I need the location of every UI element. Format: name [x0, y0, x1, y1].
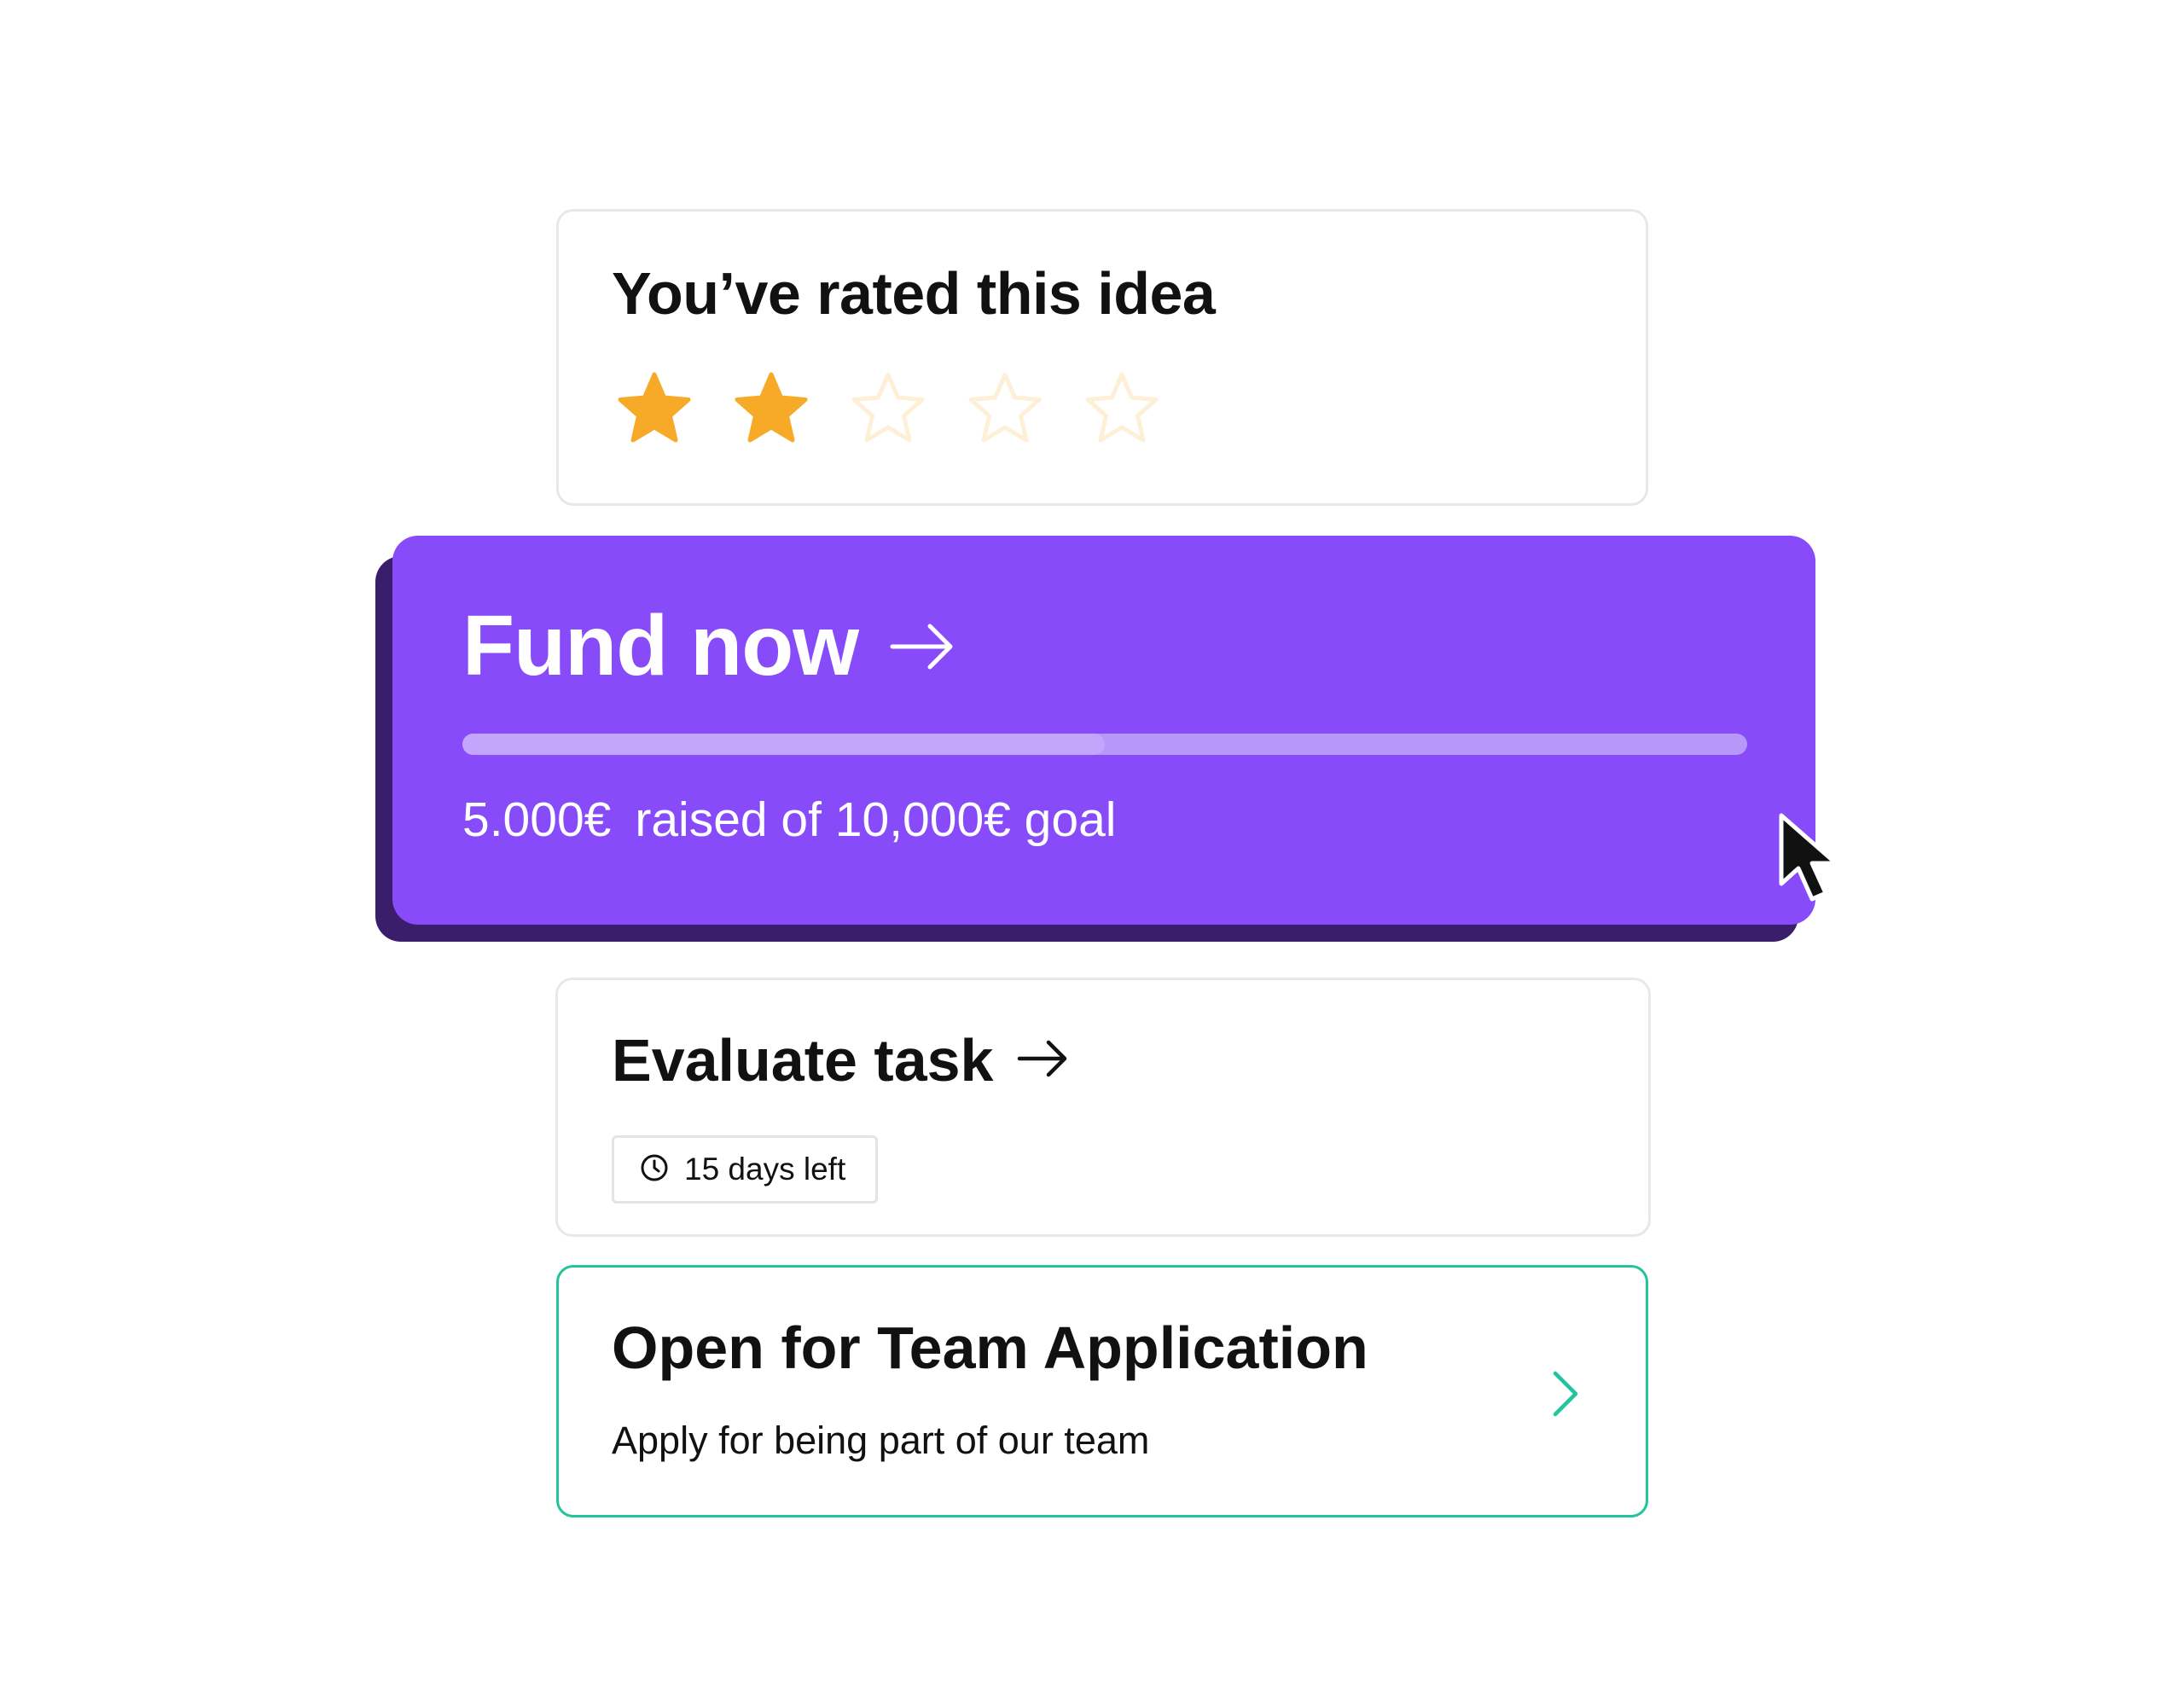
days-left-text: 15 days left [684, 1152, 846, 1187]
chevron-right-icon[interactable] [1548, 1368, 1583, 1424]
arrow-right-icon [1017, 1038, 1070, 1083]
funding-status: 5.000€ raised of 10,000€ goal [462, 792, 1116, 848]
funding-progress-bar [462, 734, 1747, 755]
star-rating[interactable] [615, 369, 1161, 448]
team-application-title: Open for Team Application [612, 1314, 1368, 1381]
raised-amount: 5.000€ [462, 792, 612, 847]
evaluate-task-card[interactable]: Evaluate task 15 days left [555, 978, 1651, 1237]
fund-now-button[interactable]: Fund now 5.000€ raised of 10,000€ goal [392, 536, 1815, 925]
funding-progress-fill [462, 734, 1105, 755]
team-application-subtitle: Apply for being part of our team [612, 1419, 1150, 1462]
days-left-badge: 15 days left [612, 1135, 878, 1204]
star-icon-4[interactable] [966, 369, 1044, 448]
fund-now-label: Fund now [462, 598, 859, 693]
rating-card: You’ve rated this idea [556, 209, 1648, 506]
team-application-card[interactable]: Open for Team Application Apply for bein… [556, 1265, 1648, 1517]
raised-goal-text: raised of 10,000€ goal [635, 792, 1117, 847]
star-icon-3[interactable] [849, 369, 927, 448]
star-icon-2[interactable] [732, 369, 810, 448]
mouse-pointer-icon [1779, 813, 1838, 902]
fund-title-row[interactable]: Fund now [462, 597, 957, 695]
star-icon-5[interactable] [1083, 369, 1161, 448]
arrow-right-icon [889, 621, 957, 672]
star-icon-1[interactable] [615, 369, 694, 448]
evaluate-title-row[interactable]: Evaluate task [612, 1026, 1070, 1094]
rating-title: You’ve rated this idea [612, 260, 1216, 327]
clock-icon [640, 1153, 669, 1187]
evaluate-task-label: Evaluate task [612, 1027, 994, 1094]
